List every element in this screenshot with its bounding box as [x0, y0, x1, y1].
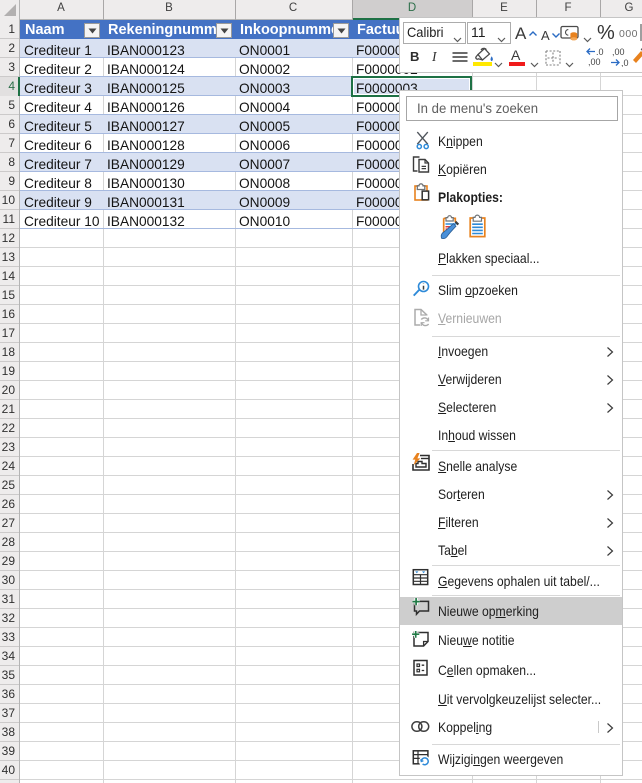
svg-text:,0: ,0 — [621, 58, 629, 67]
svg-text:,00: ,00 — [612, 47, 625, 57]
svg-text:,00: ,00 — [588, 57, 601, 67]
svg-text:.0: .0 — [596, 47, 604, 57]
